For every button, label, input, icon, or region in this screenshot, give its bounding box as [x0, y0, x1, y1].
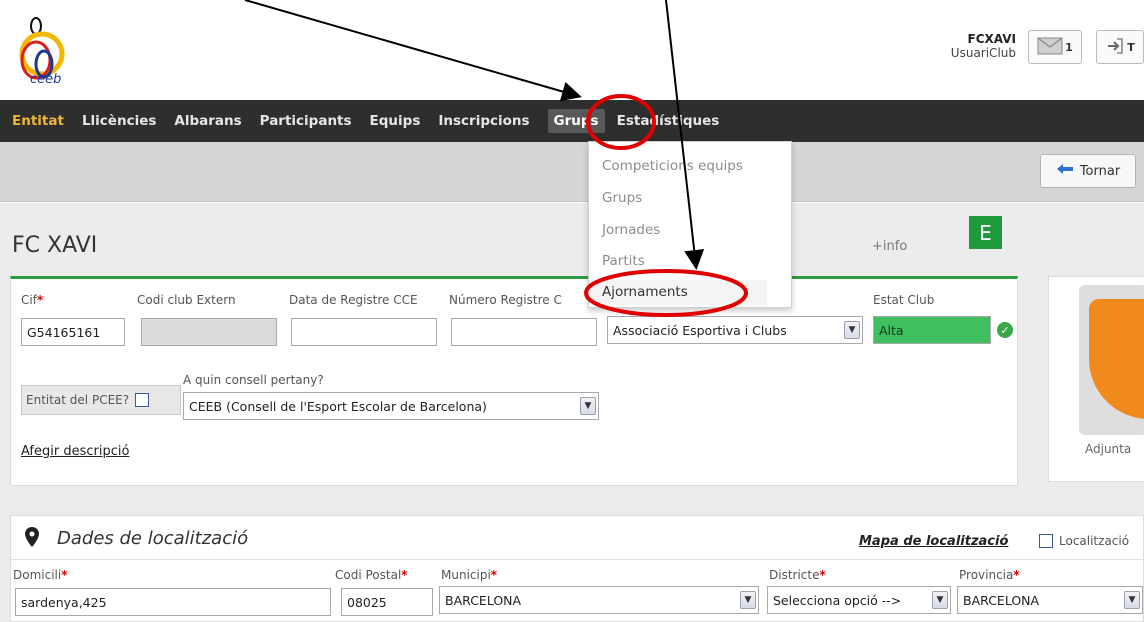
add-description-link[interactable]: Afegir descripció — [21, 444, 129, 459]
required-marker: * — [490, 568, 498, 582]
municipi-label: Municipi — [441, 568, 491, 582]
pcee-checkbox[interactable] — [135, 393, 150, 407]
numero-registre-field[interactable] — [451, 318, 597, 346]
nav-item-inscripcions[interactable]: Inscripcions — [438, 113, 529, 129]
estat-field: Alta — [873, 316, 991, 344]
location-checkbox-group[interactable]: Localització — [1039, 534, 1129, 548]
menu-item-jornades[interactable]: Jornades — [602, 222, 660, 238]
cif-field[interactable]: G54165161 — [21, 318, 125, 346]
provincia-label-wrap: Provincia* — [959, 568, 1020, 582]
codi-postal-field[interactable]: 08025 — [341, 588, 433, 616]
data-registre-field[interactable] — [291, 318, 437, 346]
tipus-entitat-select[interactable]: Associació Esportiva i Clubs ▼ — [607, 316, 863, 344]
envelope-icon — [1037, 37, 1063, 58]
menu-item-grups[interactable]: Grups — [602, 190, 642, 206]
numero-registre-label: Número Registre C — [449, 293, 562, 307]
cif-label: Cif — [21, 293, 37, 307]
required-marker: * — [401, 568, 408, 582]
action-toolbar: Tornar — [0, 142, 1144, 202]
required-marker: * — [36, 293, 44, 307]
menu-item-competicions-equips[interactable]: Competicions equips — [602, 158, 743, 174]
nav-item-equips[interactable]: Equips — [370, 113, 421, 129]
club-shield-image — [1079, 285, 1144, 435]
main-nav: Entitat Llicències Albarans Participants… — [0, 100, 1144, 142]
logout-button[interactable]: T — [1096, 30, 1144, 64]
required-marker: * — [1013, 568, 1020, 582]
cif-label-wrap: Cif* — [21, 293, 43, 307]
app-header: ceeb FCXAVI UsuariClub 1 T — [0, 0, 1144, 100]
user-role: UsuariClub — [950, 46, 1016, 60]
location-panel: Dades de localització Mapa de localitzac… — [10, 515, 1144, 622]
menu-item-ajornaments[interactable]: Ajornaments — [589, 280, 767, 305]
data-registre-label: Data de Registre CCE — [289, 293, 418, 307]
back-arrow-icon — [1056, 163, 1074, 179]
logout-label: T — [1127, 40, 1135, 54]
nav-item-albarans[interactable]: Albarans — [174, 113, 241, 129]
pcee-checkbox-group[interactable]: Entitat del PCEE? — [21, 385, 181, 415]
consell-label: A quin consell pertany? — [183, 373, 324, 387]
codi-extern-label: Codi club Extern — [137, 293, 236, 307]
districte-select[interactable]: Selecciona opció --> ▼ — [767, 586, 951, 614]
municipi-label-wrap: Municipi* — [441, 568, 497, 582]
districte-label-wrap: Districte* — [769, 568, 826, 582]
user-name: FCXAVI — [967, 32, 1016, 46]
menu-item-partits[interactable]: Partits — [602, 253, 645, 269]
codi-extern-field — [141, 318, 277, 346]
map-pin-icon — [25, 527, 39, 547]
more-info-link[interactable]: +info — [872, 239, 907, 254]
entity-badge: E — [969, 216, 1002, 249]
nav-item-llicencies[interactable]: Llicències — [82, 113, 156, 129]
nav-item-entitat[interactable]: Entitat — [12, 113, 64, 129]
attach-label: Adjunta — [1085, 442, 1132, 456]
chevron-down-icon: ▼ — [844, 321, 860, 339]
check-circle-icon: ✓ — [997, 322, 1013, 338]
domicili-field[interactable]: sardenya,425 — [15, 588, 331, 616]
required-marker: * — [61, 568, 68, 582]
location-checkbox-label: Localització — [1059, 534, 1130, 548]
domicili-label-wrap: Domicili* — [13, 568, 68, 582]
codi-postal-label: Codi Postal — [335, 568, 402, 582]
chevron-down-icon: ▼ — [1124, 591, 1140, 609]
districte-label: Districte — [769, 568, 820, 582]
entity-panel: Cif* G54165161 Codi club Extern Data de … — [10, 276, 1018, 486]
location-header: Dades de localització Mapa de localitzac… — [11, 516, 1144, 560]
messages-button[interactable]: 1 — [1028, 30, 1082, 64]
municipi-select[interactable]: BARCELONA ▼ — [439, 586, 759, 614]
consell-value: CEEB (Consell de l'Esport Escolar de Bar… — [189, 399, 487, 414]
shield-icon — [1089, 299, 1144, 419]
consell-select[interactable]: CEEB (Consell de l'Esport Escolar de Bar… — [183, 392, 599, 420]
exit-icon — [1105, 36, 1125, 59]
nav-item-grups[interactable]: Grups — [547, 109, 605, 133]
tipus-entitat-value: Associació Esportiva i Clubs — [613, 323, 787, 338]
message-count: 1 — [1065, 40, 1073, 54]
districte-value: Selecciona opció --> — [773, 593, 902, 608]
chevron-down-icon: ▼ — [740, 591, 756, 609]
chevron-down-icon: ▼ — [580, 397, 596, 415]
map-link[interactable]: Mapa de localització — [859, 534, 1008, 549]
grups-dropdown-menu: Competicions equips Grups Jornades Parti… — [588, 141, 792, 308]
municipi-value: BARCELONA — [445, 593, 522, 608]
back-button[interactable]: Tornar — [1040, 154, 1136, 188]
chevron-down-icon: ▼ — [932, 591, 948, 609]
user-info: FCXAVI UsuariClub — [950, 32, 1016, 60]
provincia-value: BARCELONA — [963, 593, 1040, 608]
page-title: FC XAVI — [12, 233, 98, 258]
nav-item-estadistiques[interactable]: Estadístiques — [617, 113, 720, 129]
estat-label: Estat Club — [873, 293, 935, 307]
pcee-label: Entitat del PCEE? — [26, 393, 130, 407]
domicili-label: Domicili — [13, 568, 62, 582]
provincia-label: Provincia — [959, 568, 1014, 582]
codi-postal-label-wrap: Codi Postal* — [335, 568, 408, 582]
location-title: Dades de localització — [57, 528, 249, 549]
required-marker: * — [819, 568, 826, 582]
provincia-select[interactable]: BARCELONA ▼ — [957, 586, 1143, 614]
logo-upload-card[interactable]: Adjunta — [1048, 276, 1144, 482]
logo-text: ceeb — [30, 72, 62, 87]
back-label: Tornar — [1079, 163, 1121, 179]
main-content: FC XAVI +info E Cif* G54165161 Codi club… — [0, 203, 1144, 622]
location-checkbox[interactable] — [1039, 534, 1053, 548]
nav-item-participants[interactable]: Participants — [260, 113, 352, 129]
